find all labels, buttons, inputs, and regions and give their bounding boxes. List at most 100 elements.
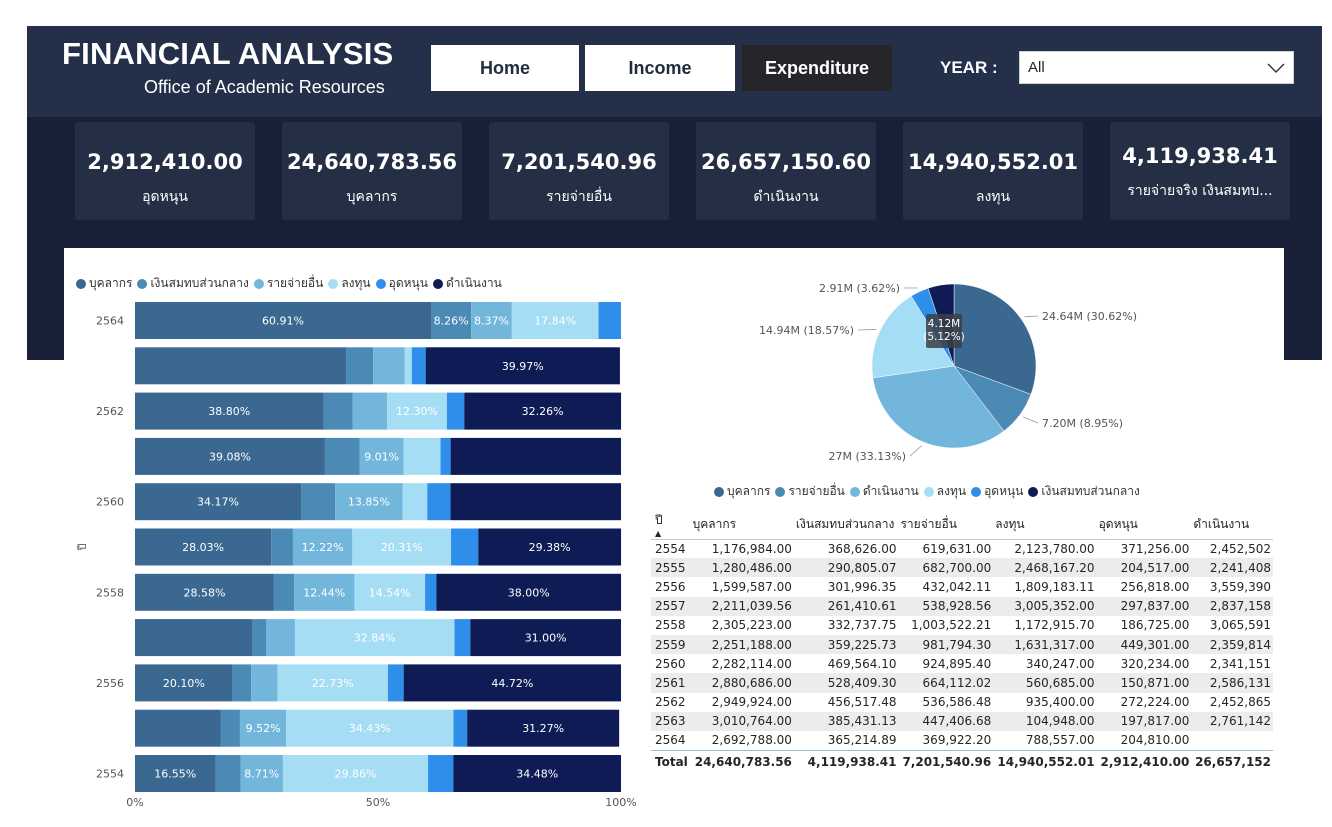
- bar-segment[interactable]: [440, 437, 451, 475]
- kpi-value: 24,640,783.56: [286, 150, 458, 174]
- legend-item[interactable]: บุคลากร: [714, 482, 770, 501]
- bar-segment[interactable]: [346, 347, 374, 385]
- year-dropdown[interactable]: All: [1019, 51, 1294, 84]
- legend-item[interactable]: ลงทุน: [923, 482, 966, 501]
- table-row[interactable]: 2557 2,211,039.56 261,410.61 538,928.56 3,00…: [651, 596, 1273, 616]
- table-row[interactable]: 2555 1,280,486.00 290,805.07 682,700.00 2,46…: [651, 558, 1273, 578]
- bar-segment[interactable]: [404, 347, 412, 385]
- bar-segment[interactable]: [232, 664, 252, 702]
- value-cell: 2,341,151: [1209, 656, 1271, 671]
- bar-segment[interactable]: [453, 709, 468, 747]
- bar-segment[interactable]: [450, 483, 621, 521]
- kpi-card-investment: 14,940,552.01 ลงทุน: [903, 122, 1083, 220]
- table-row[interactable]: 2562 2,949,924.00 456,517.48 536,586.48 935,…: [651, 693, 1273, 712]
- bar-segment[interactable]: [266, 619, 295, 657]
- year-cell: 2554: [655, 541, 686, 556]
- bar-data-label: 34.43%: [349, 722, 391, 735]
- table-row[interactable]: 2564 2,692,788.00 365,214.89 369,922.20 788,…: [651, 731, 1273, 750]
- nav-home-button[interactable]: Home: [431, 45, 579, 91]
- year-cell: 2561: [651, 673, 691, 693]
- bar-data-label: 22.73%: [312, 677, 354, 690]
- bar-segment[interactable]: [220, 709, 240, 747]
- bar-segment[interactable]: [252, 619, 267, 657]
- bar-segment[interactable]: [446, 392, 465, 430]
- y-tick-label: 2562: [96, 405, 124, 418]
- bar-segment[interactable]: [215, 755, 241, 792]
- column-header[interactable]: เงินสมทบส่วนกลาง: [793, 511, 899, 540]
- column-header[interactable]: บุคลากร: [690, 511, 794, 540]
- bar-data-label: 44.72%: [491, 677, 533, 690]
- value-cell: 456,517.48: [827, 695, 897, 710]
- bar-data-label: 20.10%: [163, 677, 205, 690]
- bar-segment[interactable]: [352, 392, 388, 430]
- value-cell: 447,406.68: [898, 711, 994, 731]
- legend-dot-icon: [714, 486, 724, 497]
- legend-dot-icon: [328, 278, 339, 289]
- value-cell: 359,225.73: [793, 634, 899, 655]
- bar-segment[interactable]: [387, 664, 404, 702]
- total-cell: 26,657,152: [1191, 749, 1273, 775]
- bar-segment[interactable]: [324, 437, 360, 475]
- bar-segment[interactable]: [403, 437, 441, 475]
- bar-segment[interactable]: [425, 573, 437, 611]
- table-row[interactable]: 2558 2,305,223.00 332,737.75 1,003,522.21 1,…: [651, 616, 1273, 635]
- total-cell: 14,940,552.01: [993, 749, 1097, 775]
- year-cell: 2555: [651, 558, 691, 578]
- bar-segment[interactable]: [451, 528, 479, 566]
- bar-segment[interactable]: [251, 664, 278, 702]
- kpi-label: บุคลากร: [346, 189, 398, 205]
- bar-segment[interactable]: [598, 302, 621, 339]
- value-cell: 104,948.00: [993, 711, 1097, 731]
- bar-segment[interactable]: [411, 347, 426, 385]
- nav-income-button[interactable]: Income: [585, 45, 735, 91]
- value-cell: 2,837,158: [1191, 596, 1273, 616]
- bar-segment[interactable]: [273, 573, 294, 611]
- bar-segment[interactable]: [427, 483, 451, 521]
- legend-item[interactable]: เงินสมทบส่วนกลาง: [1028, 482, 1140, 501]
- pie-leader-line: [909, 445, 922, 457]
- column-header[interactable]: ลงทุน: [993, 511, 1097, 540]
- legend-item[interactable]: ดำเนินงาน: [849, 482, 919, 501]
- pie-data-label: 2.91M (3.62%): [819, 282, 900, 295]
- legend-item[interactable]: อุดหนุน: [971, 482, 1023, 501]
- bar-segment[interactable]: [135, 619, 253, 657]
- bar-data-label: 39.97%: [502, 360, 544, 373]
- legend-item[interactable]: รายจ่ายอื่น: [775, 482, 845, 501]
- bar-data-label: 28.03%: [182, 541, 224, 554]
- sort-ascending-icon[interactable]: ▲: [655, 530, 689, 538]
- bar-segment[interactable]: [373, 347, 405, 385]
- table-row[interactable]: 2559 2,251,188.00 359,225.73 981,794.30 1,63…: [651, 634, 1273, 655]
- bar-segment[interactable]: [323, 392, 353, 430]
- value-cell: 150,871.00: [1096, 673, 1192, 693]
- year-cell: 2557: [651, 596, 691, 616]
- bar-segment[interactable]: [135, 709, 221, 747]
- table-row[interactable]: 2563 3,010,764.00 385,431.13 447,406.68 104,…: [651, 711, 1273, 731]
- bar-segment[interactable]: [271, 528, 293, 566]
- value-cell: 368,626.00: [827, 541, 897, 556]
- bar-segment[interactable]: [454, 619, 471, 657]
- bar-segment[interactable]: [402, 483, 428, 521]
- table-row[interactable]: 2560 2,282,114.00 469,564.10 924,895.40 340,…: [651, 654, 1273, 673]
- value-cell: 2,359,814: [1191, 634, 1273, 655]
- column-header[interactable]: ปี ▲: [651, 511, 691, 540]
- kpi-value: 2,912,410.00: [87, 150, 243, 174]
- value-cell: 924,895.40: [922, 656, 992, 671]
- bar-segment[interactable]: [135, 347, 347, 385]
- nav-expenditure-button[interactable]: Expenditure: [742, 45, 892, 91]
- legend-label: อุดหนุน: [984, 484, 1024, 498]
- legend-dot-icon: [849, 486, 860, 497]
- total-cell: 7,201,540.96: [898, 749, 994, 775]
- column-header[interactable]: รายจ่ายอื่น: [898, 511, 994, 540]
- value-cell: 3,559,390: [1209, 579, 1271, 594]
- table-row[interactable]: 2554 1,176,984.00 368,626.00 619,631.00 2,12…: [651, 539, 1273, 558]
- bar-segment[interactable]: [428, 755, 454, 792]
- bar-segment[interactable]: [301, 483, 336, 521]
- table-row[interactable]: 2561 2,880,686.00 528,409.30 664,112.02 560,…: [651, 673, 1273, 693]
- bar-segment[interactable]: [450, 437, 621, 475]
- total-cell: 24,640,783.56: [690, 749, 794, 775]
- bar-data-label: 32.84%: [354, 632, 396, 645]
- kpi-label: ลงทุน: [975, 189, 1011, 205]
- column-header[interactable]: ดำเนินงาน: [1191, 511, 1273, 540]
- table-row[interactable]: 2556 1,599,587.00 301,996.35 432,042.11 1,80…: [651, 577, 1273, 596]
- column-header[interactable]: อุดหนุน: [1096, 511, 1192, 540]
